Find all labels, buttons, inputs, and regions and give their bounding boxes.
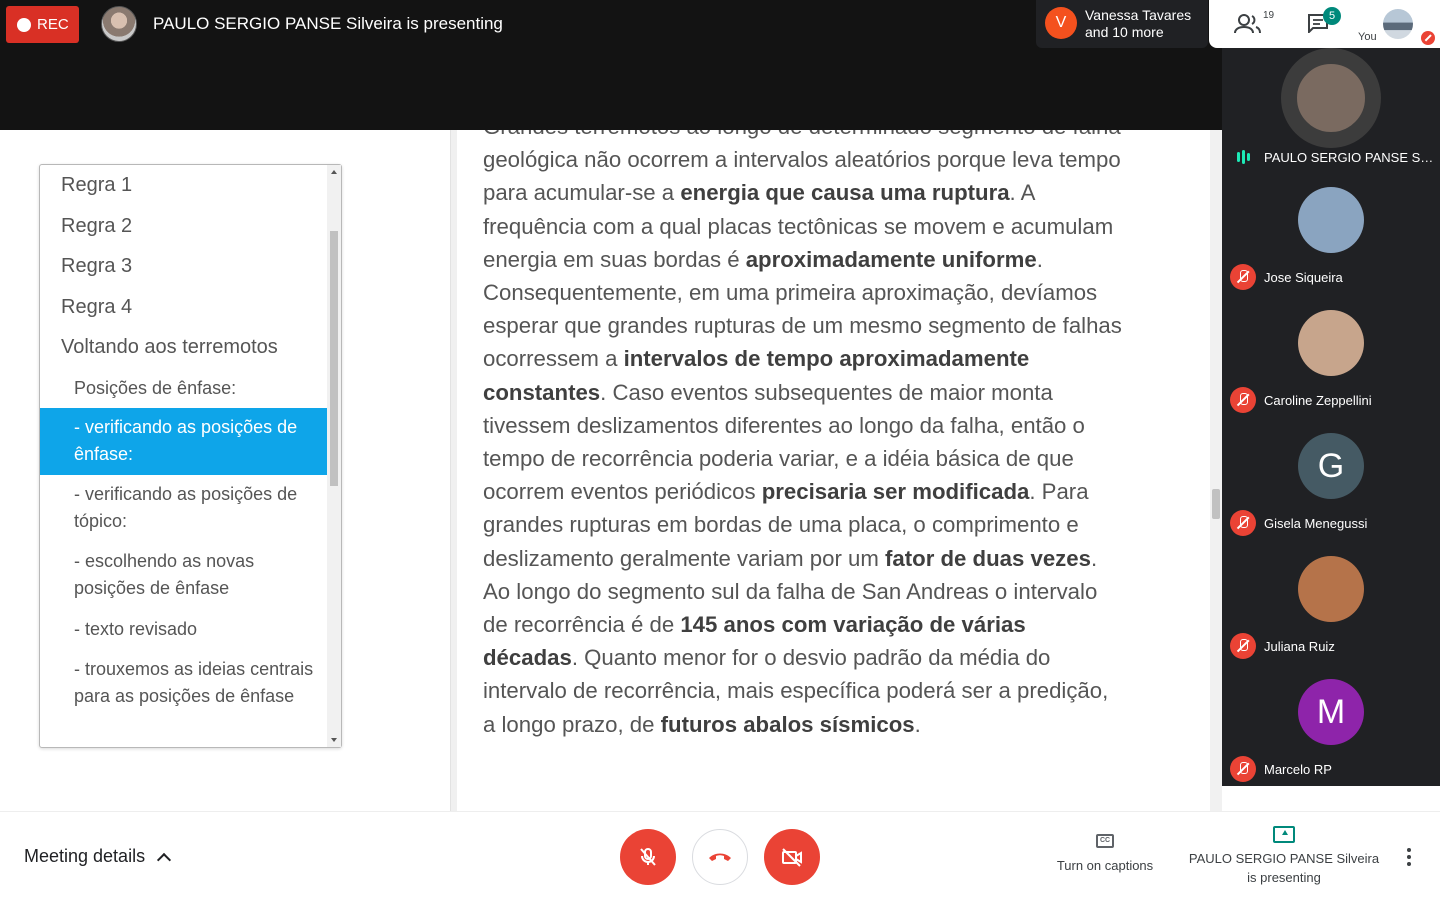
presentation-area: Regra 1 Regra 2 Regra 3 Regra 4 Voltando aos…: [0, 130, 1222, 811]
hang-up-icon: [709, 853, 731, 861]
meeting-details-label: Meeting details: [24, 846, 146, 866]
outline-item[interactable]: Regra 1: [40, 165, 327, 206]
outline-item[interactable]: - texto revisado: [40, 609, 327, 650]
participant-avatar: M: [1298, 679, 1364, 745]
emphasis-text: precisaria ser modificada: [761, 479, 1030, 505]
outline-item[interactable]: - trouxemos as ideias centrais para as p…: [40, 650, 327, 738]
microphone-toggle-button[interactable]: [620, 829, 676, 885]
outline-item[interactable]: - escolhendo as novas posições de ênfase: [40, 542, 327, 609]
participants-sidebar: PAULO SERGIO PANSE Sil... Jose Siqueira Ca…: [1222, 48, 1440, 786]
document-paragraph: Grandes terremotos ao longo de determina…: [483, 130, 1123, 741]
mic-off-icon: [1230, 387, 1256, 413]
participant-name-row: Jose Siqueira: [1230, 264, 1436, 290]
chat-badge: 5: [1323, 7, 1341, 25]
outline-item[interactable]: Regra 2: [40, 206, 327, 247]
participant-avatar: [1298, 310, 1364, 376]
participant-avatar: G: [1298, 433, 1364, 499]
participant-name: Jose Siqueira: [1264, 269, 1343, 285]
top-right-panel: 19 5 You: [1209, 0, 1440, 48]
outline-item[interactable]: Posições de ênfase:: [40, 368, 327, 409]
self-view-thumbnail[interactable]: [1383, 9, 1413, 39]
participant-initial-avatar: V: [1045, 7, 1077, 39]
mic-off-icon: [1230, 510, 1256, 536]
participant-name-row: PAULO SERGIO PANSE Sil...: [1230, 145, 1436, 169]
participant-name: Gisela Menegussi: [1264, 515, 1368, 531]
outline-item[interactable]: - verificando as posições de ênfase:: [40, 408, 327, 475]
body-text: .: [914, 711, 921, 737]
camera-toggle-button[interactable]: [764, 829, 820, 885]
meeting-details-button[interactable]: Meeting details: [24, 846, 172, 867]
mic-off-icon: [640, 848, 656, 866]
recording-indicator: REC: [6, 6, 79, 43]
other-participants-count: and 10 more: [1085, 24, 1164, 40]
participant-name-row: Marcelo RP: [1230, 756, 1436, 782]
document-page: Grandes terremotos ao longo de determina…: [457, 130, 1210, 811]
outline-item[interactable]: - verificando as posições de tópico:: [40, 475, 327, 542]
bottom-control-bar: Meeting details CC Turn on captions PAUL…: [0, 811, 1440, 900]
document-scrollbar[interactable]: [1210, 130, 1222, 811]
people-icon[interactable]: [1233, 12, 1263, 36]
rec-label: REC: [37, 16, 69, 33]
self-mic-off-icon: [1421, 31, 1435, 45]
participant-name: Caroline Zeppellini: [1264, 392, 1372, 408]
participant-avatar: [1281, 48, 1381, 148]
present-screen-icon: [1273, 826, 1295, 843]
emphasis-text: energia que causa uma ruptura: [680, 180, 1010, 206]
captions-button[interactable]: CC Turn on captions: [1046, 834, 1164, 873]
other-participants-chip[interactable]: V Vanessa Tavares and 10 more: [1036, 0, 1208, 48]
outline-item[interactable]: Regra 4: [40, 287, 327, 328]
participant-name-row: Gisela Menegussi: [1230, 510, 1436, 536]
mic-off-icon: [1230, 264, 1256, 290]
presenter-avatar: [101, 6, 137, 42]
captions-label: Turn on captions: [1056, 858, 1154, 873]
presenting-title: PAULO SERGIO PANSE Silveira is presentin…: [153, 14, 503, 33]
document-scroll-thumb[interactable]: [1212, 489, 1220, 519]
outline-item[interactable]: Regra 3: [40, 246, 327, 287]
presenting-status-label: PAULO SERGIO PANSE Silveira is presentin…: [1188, 851, 1380, 885]
emphasis-text: fator de duas vezes: [885, 545, 1091, 571]
emphasis-text: futuros abalos sísmicos: [660, 711, 915, 737]
chevron-up-icon: [157, 852, 172, 867]
mic-off-icon: [1230, 756, 1256, 782]
scroll-up-arrow-icon[interactable]: [331, 170, 337, 174]
emphasis-text: aproximadamente uniforme: [745, 246, 1037, 272]
other-participants-text: Vanessa Tavares and 10 more: [1085, 7, 1191, 41]
participant-avatar: [1298, 187, 1364, 253]
participant-name-row: Juliana Ruiz: [1230, 633, 1436, 659]
more-options-icon[interactable]: [1406, 848, 1412, 866]
participant-name: Juliana Ruiz: [1264, 638, 1335, 654]
document-outline-panel: Regra 1 Regra 2 Regra 3 Regra 4 Voltando aos…: [39, 164, 342, 748]
outline-scrollbar[interactable]: [327, 165, 341, 747]
presenting-status-button[interactable]: PAULO SERGIO PANSE Silveira is presentin…: [1184, 826, 1384, 887]
panel-divider: [450, 130, 457, 811]
record-dot-icon: [17, 17, 31, 32]
outline-list: Regra 1 Regra 2 Regra 3 Regra 4 Voltando aos…: [40, 165, 327, 747]
leave-call-button[interactable]: [692, 829, 748, 885]
scroll-down-arrow-icon[interactable]: [331, 738, 337, 742]
mic-off-icon: [1230, 633, 1256, 659]
outline-scroll-thumb[interactable]: [330, 231, 338, 486]
speaking-indicator-icon: [1230, 147, 1256, 167]
participant-name-row: Caroline Zeppellini: [1230, 387, 1436, 413]
people-count: 19: [1263, 10, 1275, 21]
you-label: You: [1358, 31, 1377, 43]
participant-avatar: [1298, 556, 1364, 622]
participant-name: Marcelo RP: [1264, 761, 1332, 777]
other-participant-name: Vanessa Tavares: [1085, 7, 1192, 23]
outline-item[interactable]: Voltando aos terremotos: [40, 327, 327, 368]
camera-off-icon: [782, 848, 802, 867]
closed-captions-icon: CC: [1096, 834, 1114, 848]
participant-name: PAULO SERGIO PANSE Sil...: [1264, 149, 1436, 165]
